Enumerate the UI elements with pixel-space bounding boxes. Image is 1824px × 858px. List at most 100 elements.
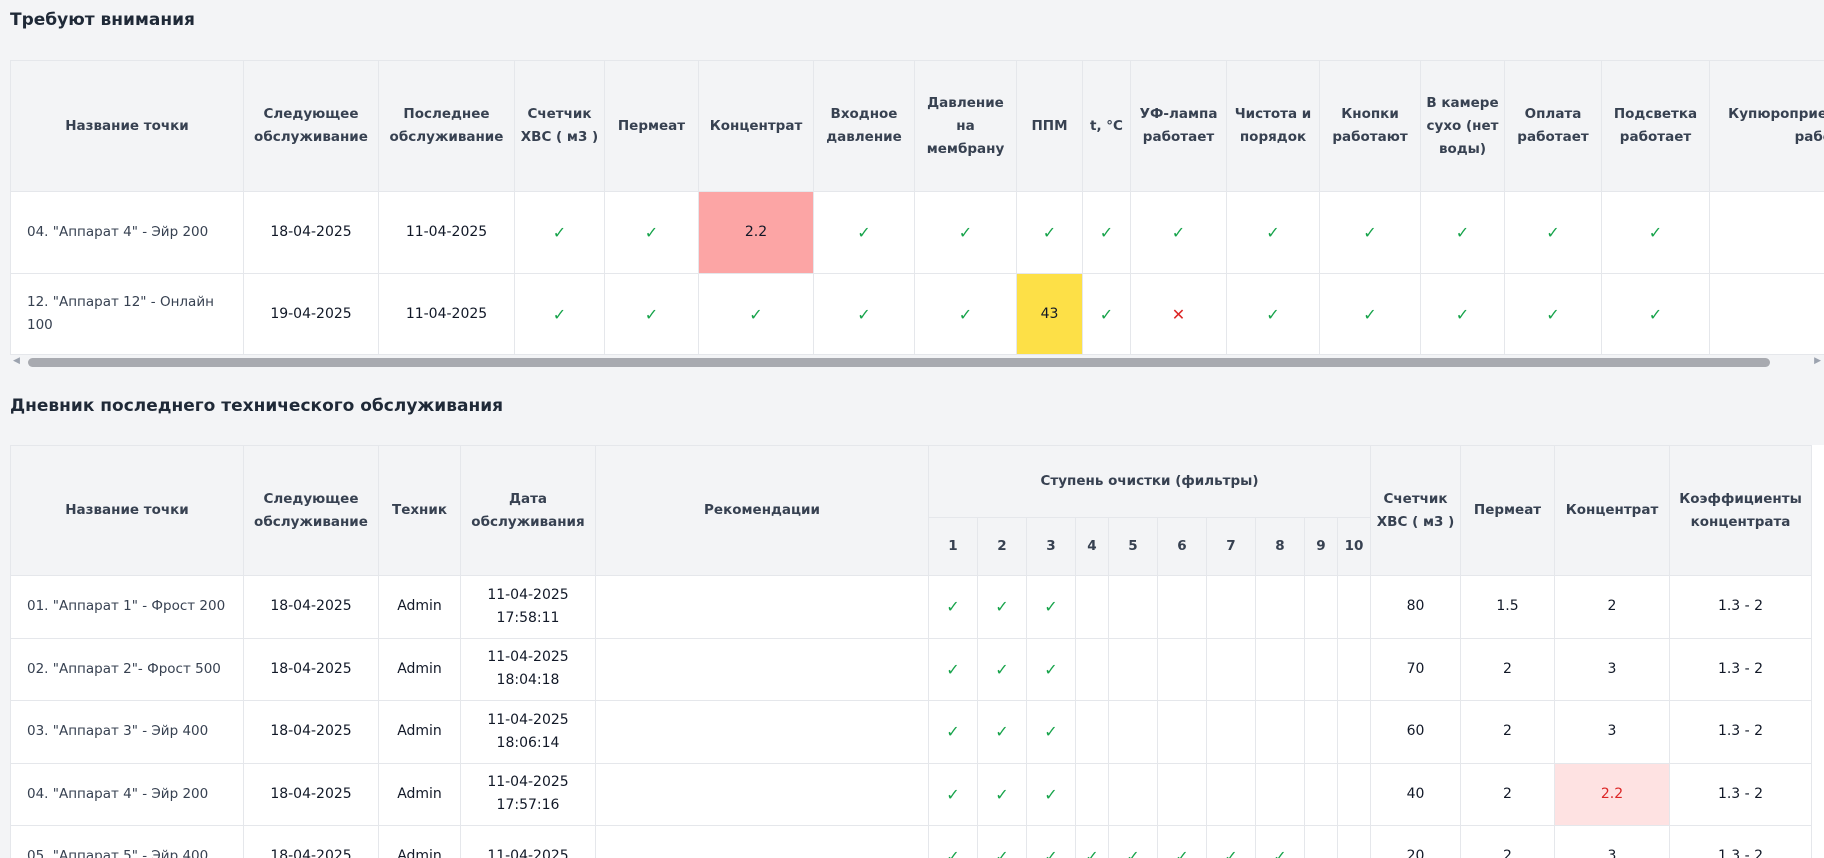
col-header-temperature[interactable]: t, °C [1082, 60, 1131, 192]
col-header-next-service[interactable]: Следующее обслуживание [243, 60, 379, 192]
concentrate-coef-value: 1.3 - 2 [1669, 575, 1813, 639]
stage-cell [1255, 762, 1305, 826]
check-icon: ✓ [1504, 191, 1602, 274]
col-header-cleanliness[interactable]: Чистота и порядок [1226, 60, 1320, 192]
attention-header-row: Название точки Следующее обслуживание По… [10, 60, 1824, 192]
check-icon: ✓ [1082, 191, 1131, 274]
table-row[interactable]: 04. "Аппарат 4" - Эйр 200 18-04-2025 11-… [10, 191, 1824, 274]
col-header-service-date[interactable]: Дата обслуживания [460, 445, 596, 576]
stage-cell [1304, 825, 1338, 858]
col-header-uv-lamp[interactable]: УФ-лампа работает [1130, 60, 1227, 192]
stage-cell [1075, 762, 1109, 826]
table-row[interactable]: 04. "Аппарат 4" - Эйр 200 18-04-2025 Admin… [10, 762, 1813, 826]
stage-cell [1255, 575, 1305, 639]
technician: Admin [378, 700, 461, 764]
service-time: 18:04:18 [496, 672, 560, 689]
point-name[interactable]: 04. "Аппарат 4" - Эйр 200 [10, 762, 244, 826]
col-header-recommendations[interactable]: Рекомендации [595, 445, 929, 576]
recommendations [595, 700, 929, 764]
stage-number: 7 [1206, 517, 1256, 576]
stage-cell [1336, 825, 1372, 858]
check-icon: ✓ [813, 273, 915, 355]
scrollbar-thumb[interactable] [28, 358, 1770, 367]
stage-cell [1108, 575, 1158, 639]
check-icon: ✓ [1206, 825, 1256, 858]
table-row[interactable]: 05. "Аппарат 5" - Эйр 400 18-04-2025 Admin… [10, 825, 1813, 858]
col-header-buttons[interactable]: Кнопки работают [1319, 60, 1421, 192]
point-name[interactable]: 03. "Аппарат 3" - Эйр 400 [10, 700, 244, 764]
maintenance-table-container[interactable]: Название точки Следующее обслуживание Те… [10, 445, 1824, 858]
col-header-filter-stages[interactable]: Ступень очистки (фильтры) [927, 445, 1372, 518]
col-header-concentrate[interactable]: Концентрат [698, 60, 814, 192]
table-row[interactable]: 03. "Аппарат 3" - Эйр 400 18-04-2025 Admin… [10, 700, 1813, 764]
stage-cell [1108, 700, 1158, 764]
stage-number: 5 [1108, 517, 1158, 576]
col-header-name[interactable]: Название точки [10, 60, 244, 192]
check-icon: ✓ [1255, 825, 1305, 858]
service-time: 17:58:11 [496, 609, 560, 626]
check-icon: ✓ [1108, 825, 1158, 858]
stage-cell [1157, 700, 1207, 764]
table-row[interactable]: 02. "Аппарат 2"- Фрост 500 18-04-2025 Admi… [10, 637, 1813, 701]
check-icon: ✓ [1075, 825, 1109, 858]
check-icon: ✓ [1226, 191, 1320, 274]
col-header-payment[interactable]: Оплата работает [1504, 60, 1602, 192]
col-header-meter[interactable]: Счетчик ХВС ( м3 ) [1370, 445, 1462, 576]
col-header-technician[interactable]: Техник [378, 445, 461, 576]
check-icon: ✓ [1130, 191, 1227, 274]
point-name[interactable]: 04. "Аппарат 4" - Эйр 200 [10, 191, 244, 274]
col-header-meter[interactable]: Счетчик ХВС ( м3 ) [514, 60, 605, 192]
point-name[interactable]: 01. "Аппарат 1" - Фрост 200 [10, 575, 244, 639]
meter-value: 60 [1370, 700, 1462, 764]
col-header-last-service[interactable]: Последнее обслуживание [378, 60, 515, 192]
col-header-concentrate[interactable]: Концентрат [1554, 445, 1671, 576]
stage-number: 1 [928, 517, 978, 576]
scroll-right-arrow-icon[interactable]: ▶ [1814, 356, 1821, 366]
table-row[interactable]: 12. "Аппарат 12" - Онлайн 100 19-04-2025… [10, 273, 1824, 355]
horizontal-scrollbar[interactable]: ◀ ▶ [10, 354, 1824, 370]
service-datetime: 11-04-2025 18:04:18 [460, 637, 596, 701]
permeate-value: 2 [1460, 637, 1556, 701]
stage-cell [1206, 700, 1256, 764]
stage-cell [1206, 637, 1256, 701]
section-title-maintenance-log: Дневник последнего технического обслужив… [10, 396, 504, 416]
stage-cell [1304, 637, 1338, 701]
col-header-permeate[interactable]: Пермеат [604, 60, 699, 192]
col-header-ppm[interactable]: ППМ [1016, 60, 1083, 192]
stage-cell [1304, 700, 1338, 764]
section-title-attention: Требуют внимания [10, 10, 195, 30]
check-icon: ✓ [928, 825, 978, 858]
next-service-date: 19-04-2025 [243, 273, 379, 355]
point-name[interactable]: 02. "Аппарат 2"- Фрост 500 [10, 637, 244, 701]
service-datetime: 11-04-2025 17:57:16 [460, 762, 596, 826]
next-service-date: 18-04-2025 [243, 575, 379, 639]
point-name[interactable]: 12. "Аппарат 12" - Онлайн 100 [10, 273, 244, 355]
col-header-membrane-pressure[interactable]: Давление на мембрану [914, 60, 1017, 192]
col-header-dry-chamber[interactable]: В камере сухо (нет воды) [1420, 60, 1505, 192]
table-row[interactable]: 01. "Аппарат 1" - Фрост 200 18-04-2025 Adm… [10, 575, 1813, 639]
check-icon: ✓ [1601, 273, 1710, 355]
scroll-left-arrow-icon[interactable]: ◀ [13, 356, 20, 366]
stage-cell [1157, 575, 1207, 639]
col-header-next-service[interactable]: Следующее обслуживание [243, 445, 379, 576]
technician: Admin [378, 575, 461, 639]
stage-number: 9 [1304, 517, 1338, 576]
stage-cell [1075, 700, 1109, 764]
stage-cell [1157, 637, 1207, 701]
recommendations [595, 575, 929, 639]
attention-table-container[interactable]: Название точки Следующее обслуживание По… [10, 60, 1824, 355]
col-header-bill-acceptor[interactable]: Купюроприемник работает [1709, 60, 1824, 192]
point-name[interactable]: 05. "Аппарат 5" - Эйр 400 [10, 825, 244, 858]
col-header-permeate[interactable]: Пермеат [1460, 445, 1556, 576]
meter-value: 20 [1370, 825, 1462, 858]
concentrate-value: 2.2 [698, 191, 814, 274]
check-icon: ✓ [977, 762, 1027, 826]
maintenance-table-body: 01. "Аппарат 1" - Фрост 200 18-04-2025 Adm… [10, 575, 1813, 858]
attention-table: Название точки Следующее обслуживание По… [10, 60, 1824, 355]
stage-number: 2 [977, 517, 1027, 576]
col-header-inlet-pressure[interactable]: Входное давление [813, 60, 915, 192]
check-icon: ✓ [1601, 191, 1710, 274]
col-header-backlight[interactable]: Подсветка работает [1601, 60, 1710, 192]
col-header-name[interactable]: Название точки [10, 445, 244, 576]
col-header-concentrate-coef[interactable]: Коэффициенты концентрата [1669, 445, 1813, 576]
